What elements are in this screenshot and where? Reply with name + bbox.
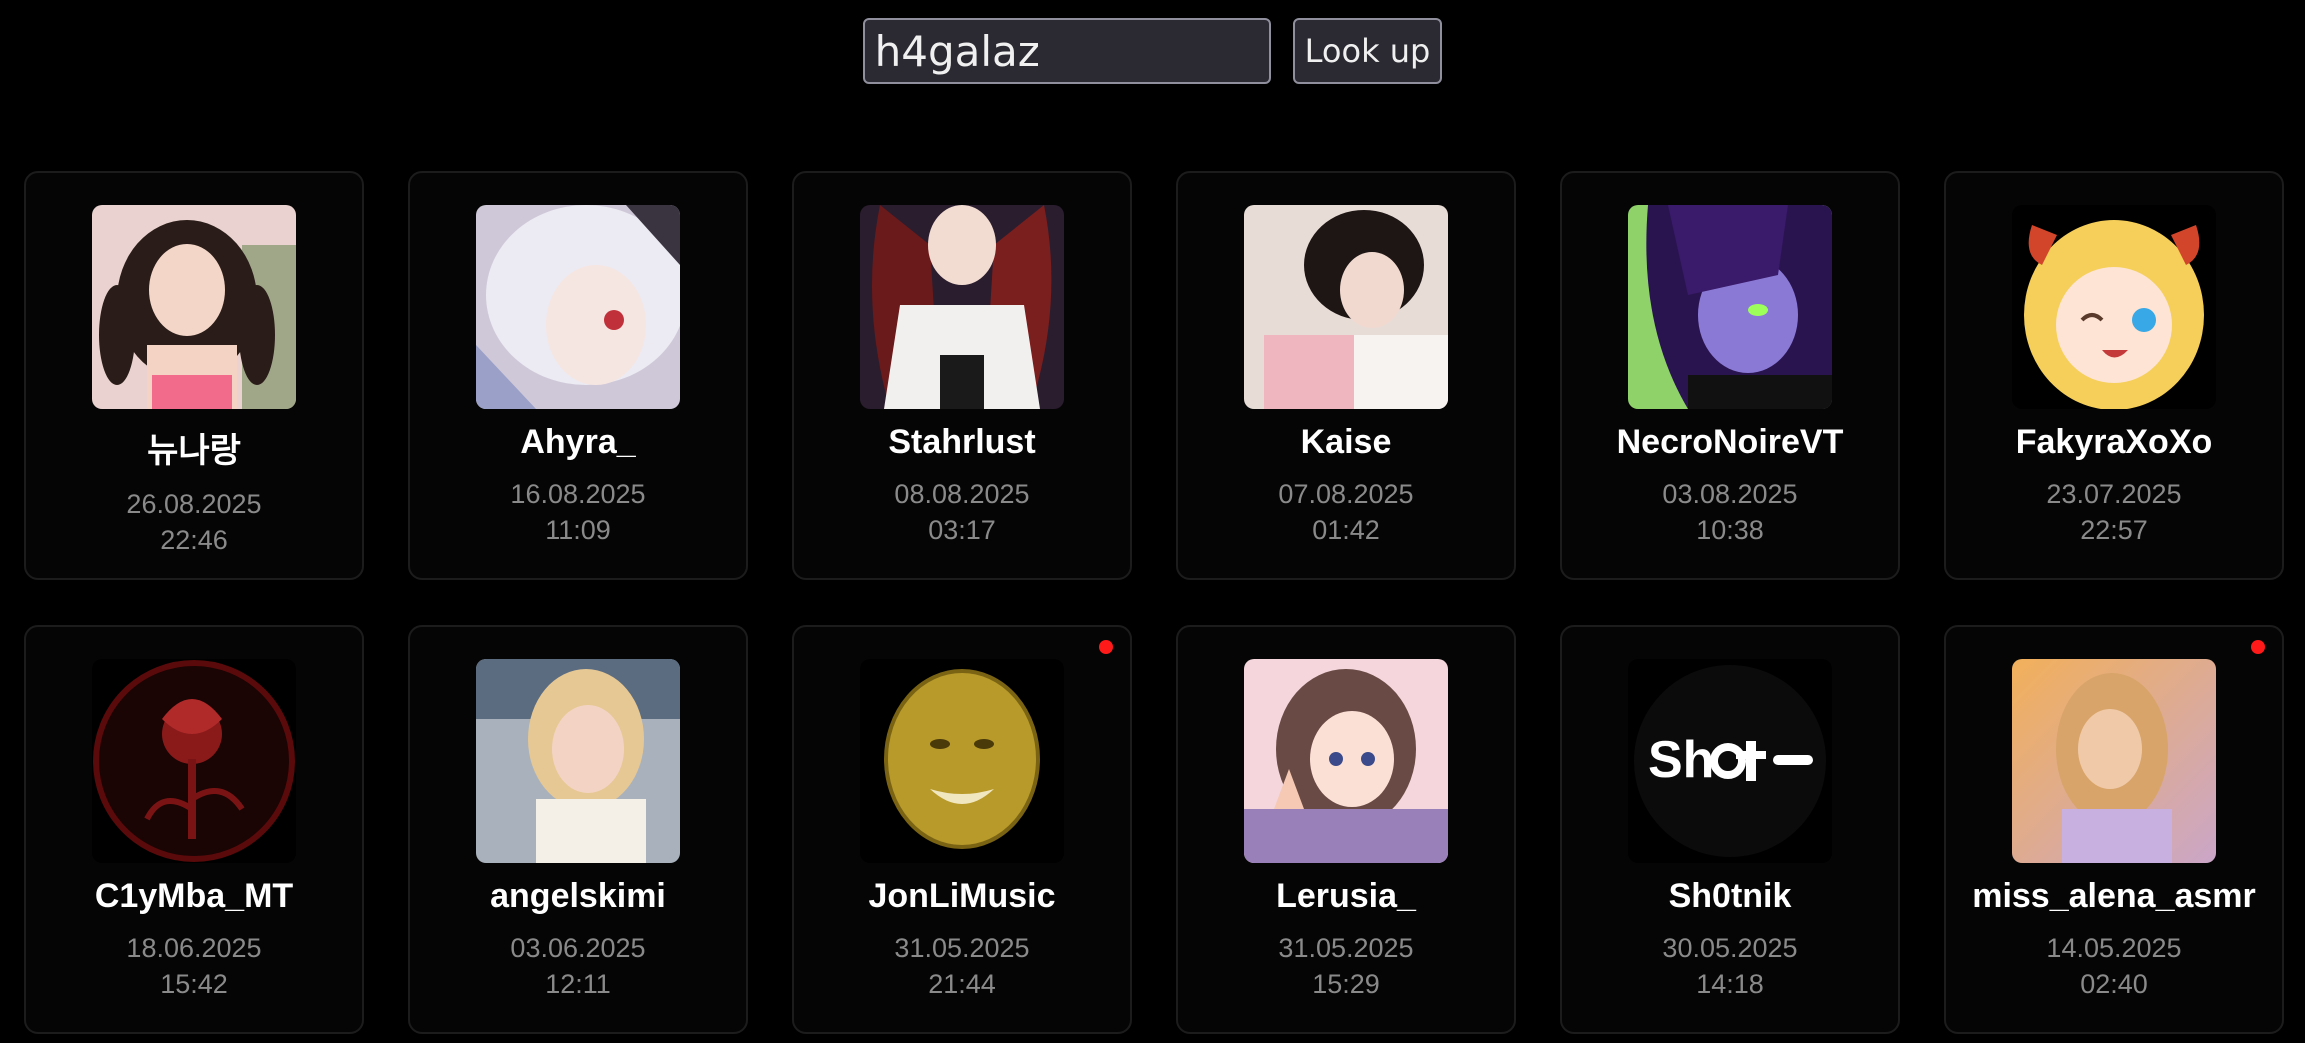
stream-time: 01:42 — [1312, 515, 1380, 545]
stream-time: 15:29 — [1312, 969, 1380, 999]
streamer-card[interactable]: 뉴나랑 26.08.2025 22:46 — [24, 171, 364, 580]
streamer-name: C1yMba_MT — [94, 877, 294, 915]
streamer-card[interactable]: C1yMba_MT 18.06.2025 15:42 — [24, 625, 364, 1034]
stream-date: 31.05.2025 — [1278, 933, 1414, 963]
avatar — [2012, 659, 2216, 863]
streamer-name: Stahrlust — [888, 423, 1036, 461]
live-indicator — [2251, 640, 2265, 654]
streamer-card[interactable]: angelskimi 03.06.2025 12:11 — [408, 625, 748, 1034]
streamer-card[interactable]: NecroNoireVT 03.08.2025 10:38 — [1560, 171, 1900, 580]
stream-date: 16.08.2025 — [510, 479, 646, 509]
streamer-name: miss_alena_asmr — [1972, 877, 2256, 915]
stream-time: 14:18 — [1696, 969, 1764, 999]
streamer-name: Kaise — [1300, 423, 1392, 461]
avatar — [92, 205, 296, 409]
streamer-card[interactable]: Kaise 07.08.2025 01:42 — [1176, 171, 1516, 580]
stream-time: 22:46 — [160, 525, 228, 555]
streamer-card[interactable]: Ahyra_ 16.08.2025 11:09 — [408, 171, 748, 580]
svg-text:Sh: Sh — [1648, 731, 1714, 789]
avatar — [1244, 205, 1448, 409]
streamer-name: FakyraXoXo — [2015, 423, 2213, 461]
stream-time: 11:09 — [545, 515, 611, 545]
streamer-name: 뉴나랑 — [147, 432, 241, 470]
streamer-card[interactable]: Sh Sh0tnik 30.05.2025 14:18 — [1560, 625, 1900, 1034]
look-up-button[interactable]: Look up — [1292, 18, 1443, 84]
avatar — [476, 205, 680, 409]
live-indicator — [1099, 640, 1113, 654]
search-bar: Look up — [0, 18, 2305, 84]
avatar — [2012, 205, 2216, 409]
streamer-name: NecroNoireVT — [1616, 423, 1844, 461]
avatar — [860, 205, 1064, 409]
stream-date: 30.05.2025 — [1662, 933, 1798, 963]
streamer-name: Sh0tnik — [1668, 877, 1792, 915]
streamer-card[interactable]: miss_alena_asmr 14.05.2025 02:40 — [1944, 625, 2284, 1034]
streamer-name: angelskimi — [490, 877, 666, 915]
streamer-card[interactable]: Lerusia_ 31.05.2025 15:29 — [1176, 625, 1516, 1034]
stream-time: 21:44 — [928, 969, 996, 999]
search-input[interactable] — [862, 18, 1271, 84]
streamer-name: Ahyra_ — [520, 423, 636, 461]
avatar — [1244, 659, 1448, 863]
stream-date: 14.05.2025 — [2046, 933, 2182, 963]
avatar: Sh — [1628, 659, 1832, 863]
stream-time: 22:57 — [2080, 515, 2148, 545]
stream-time: 10:38 — [1696, 515, 1764, 545]
stream-date: 07.08.2025 — [1278, 479, 1414, 509]
streamer-grid: 뉴나랑 26.08.2025 22:46 Ahyra_ 16.08.2025 1… — [24, 171, 2284, 1034]
avatar — [92, 659, 296, 863]
avatar — [860, 659, 1064, 863]
stream-date: 03.06.2025 — [510, 933, 646, 963]
avatar — [476, 659, 680, 863]
streamer-name: JonLiMusic — [868, 877, 1056, 915]
streamer-card[interactable]: Stahrlust 08.08.2025 03:17 — [792, 171, 1132, 580]
stream-date: 31.05.2025 — [894, 933, 1030, 963]
streamer-card[interactable]: JonLiMusic 31.05.2025 21:44 — [792, 625, 1132, 1034]
stream-time: 03:17 — [928, 515, 996, 545]
avatar — [1628, 205, 1832, 409]
streamer-name: Lerusia_ — [1276, 877, 1416, 915]
stream-time: 15:42 — [160, 969, 228, 999]
stream-date: 23.07.2025 — [2046, 479, 2182, 509]
stream-time: 12:11 — [545, 969, 611, 999]
stream-date: 03.08.2025 — [1662, 479, 1798, 509]
stream-date: 18.06.2025 — [126, 933, 262, 963]
stream-date: 26.08.2025 — [126, 489, 262, 519]
streamer-card[interactable]: FakyraXoXo 23.07.2025 22:57 — [1944, 171, 2284, 580]
stream-date: 08.08.2025 — [894, 479, 1030, 509]
stream-time: 02:40 — [2080, 969, 2148, 999]
